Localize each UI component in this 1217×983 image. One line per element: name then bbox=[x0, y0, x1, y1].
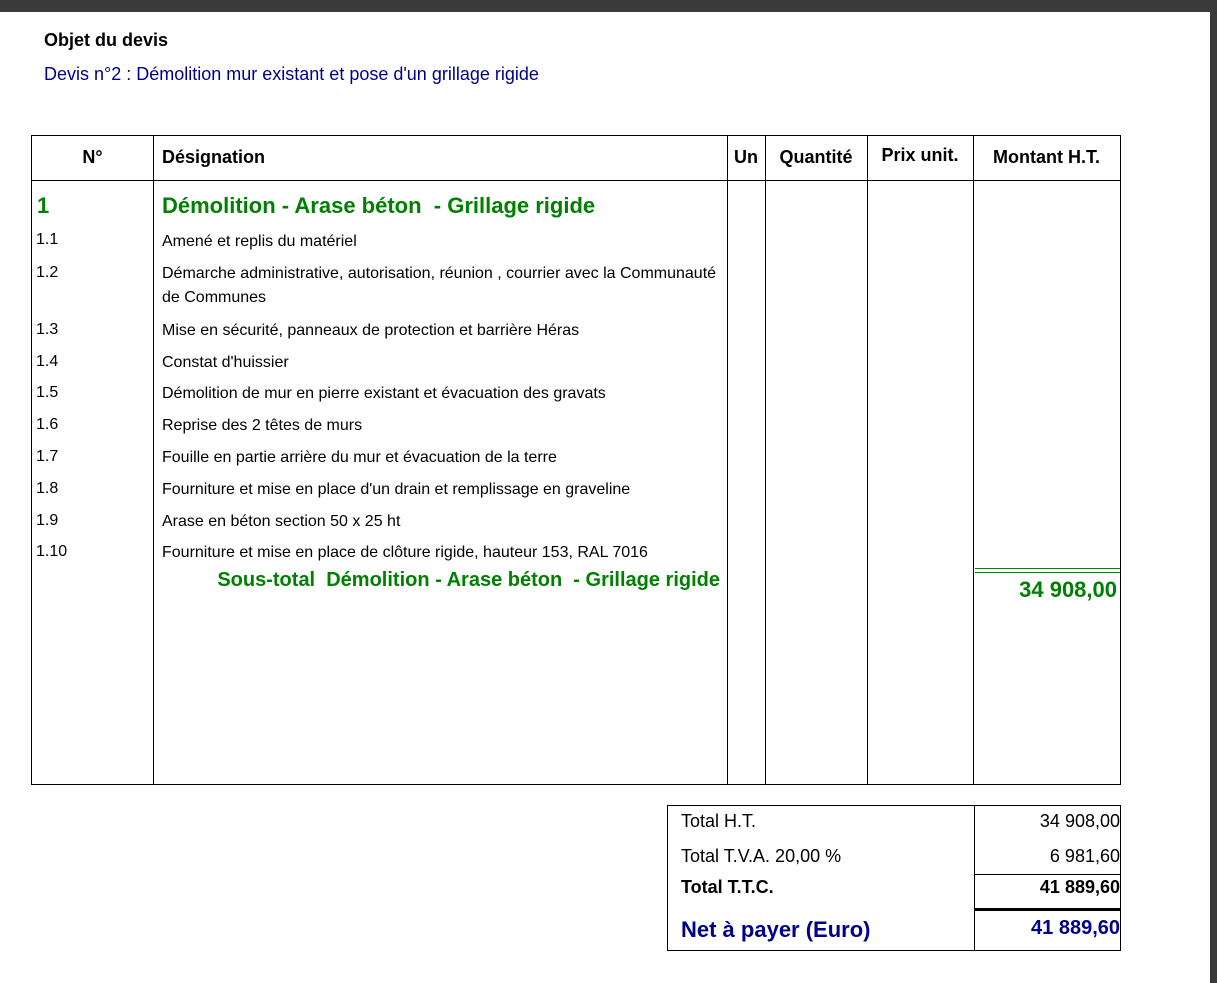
tva-label: Total T.V.A. 20,00 % bbox=[681, 846, 842, 866]
subtotal-amount: 34 908,00 bbox=[1019, 577, 1117, 602]
col-header-amount: Montant H.T. bbox=[993, 147, 1100, 167]
row-number: 1.3 bbox=[36, 321, 59, 338]
subtotal-rule bbox=[975, 572, 1120, 573]
col-divider bbox=[153, 136, 154, 784]
col-header-num: N° bbox=[82, 147, 103, 167]
quote-page: Objet du devis Devis n°2 : Démolition mu… bbox=[0, 12, 1210, 983]
col-divider bbox=[867, 136, 868, 784]
row-designation: Fourniture et mise en place de clôture r… bbox=[162, 544, 648, 561]
row-number: 1.9 bbox=[36, 512, 59, 529]
devis-description: Devis n°2 : Démolition mur existant et p… bbox=[44, 64, 539, 84]
ttc-rule bbox=[974, 874, 1120, 875]
subtotal-rule bbox=[975, 568, 1120, 569]
total-ht-label: Total H.T. bbox=[681, 811, 757, 831]
row-designation: Arase en béton section 50 x 25 ht bbox=[162, 513, 401, 530]
tva-value: 6 981,60 bbox=[1049, 846, 1120, 866]
totals-box: Total H.T. 34 908,00 Total T.V.A. 20,00 … bbox=[667, 805, 1121, 951]
net-value: 41 889,60 bbox=[1031, 917, 1120, 939]
totals-divider bbox=[974, 806, 975, 950]
col-header-unit: Un bbox=[734, 147, 758, 167]
row-number: 1.5 bbox=[36, 384, 59, 401]
col-header-unit-price: Prix unit. bbox=[881, 145, 959, 165]
subtotal-label: Sous-total Démolition - Arase béton - Gr… bbox=[217, 569, 720, 591]
section-number: 1 bbox=[37, 193, 50, 218]
row-number: 1.6 bbox=[36, 416, 59, 433]
net-rule bbox=[974, 908, 1120, 911]
ttc-value: 41 889,60 bbox=[1039, 877, 1120, 897]
col-header-designation: Désignation bbox=[162, 147, 266, 167]
row-designation: Fourniture et mise en place d'un drain e… bbox=[162, 481, 631, 498]
row-designation: Amené et replis du matériel bbox=[162, 233, 357, 250]
row-designation: Fouille en partie arrière du mur et évac… bbox=[162, 449, 557, 466]
row-designation: Reprise des 2 têtes de murs bbox=[162, 417, 363, 434]
row-designation: Mise en sécurité, panneaux de protection… bbox=[162, 322, 580, 339]
row-number: 1.4 bbox=[36, 353, 59, 370]
col-divider bbox=[727, 136, 728, 784]
ttc-label: Total T.T.C. bbox=[681, 877, 774, 897]
col-divider bbox=[973, 136, 974, 784]
row-number: 1.10 bbox=[36, 543, 68, 560]
col-divider bbox=[765, 136, 766, 784]
row-designation: Démarche administrative, autorisation, r… bbox=[162, 265, 717, 306]
section-title: Démolition - Arase béton - Grillage rigi… bbox=[162, 193, 596, 218]
col-header-quantity: Quantité bbox=[779, 147, 853, 167]
row-number: 1.1 bbox=[36, 231, 59, 248]
total-ht-value: 34 908,00 bbox=[1039, 811, 1120, 831]
row-number: 1.7 bbox=[36, 448, 59, 465]
header-divider bbox=[32, 180, 1120, 181]
row-number: 1.8 bbox=[36, 480, 59, 497]
quote-table: N° Désignation Un Quantité Prix unit. Mo… bbox=[31, 135, 1121, 785]
row-designation: Démolition de mur en pierre existant et … bbox=[162, 385, 606, 402]
objet-title: Objet du devis bbox=[44, 30, 169, 50]
net-label: Net à payer (Euro) bbox=[681, 917, 871, 942]
row-designation: Constat d'huissier bbox=[162, 354, 289, 371]
row-number: 1.2 bbox=[36, 264, 59, 281]
